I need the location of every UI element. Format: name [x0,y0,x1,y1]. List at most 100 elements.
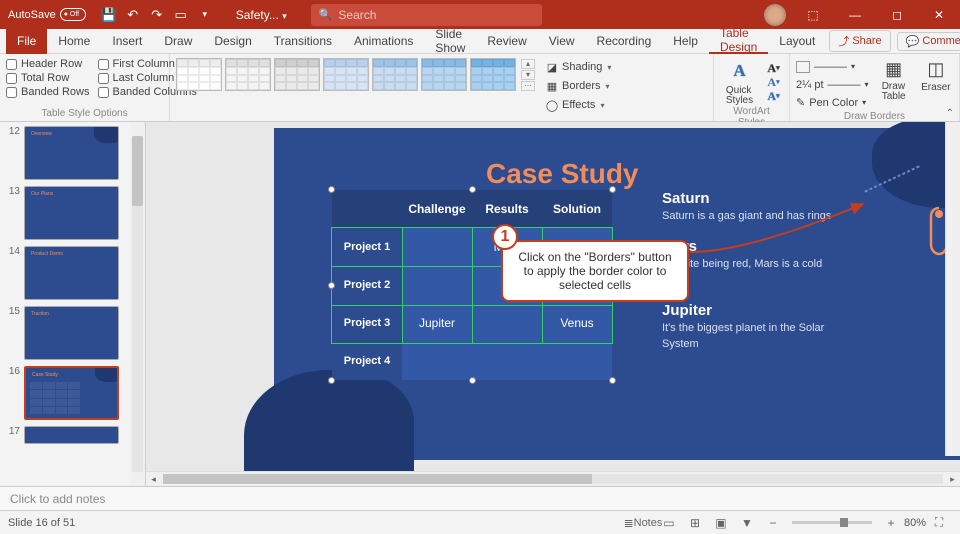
table-cell[interactable] [542,342,612,380]
thumb-scrollbar[interactable] [130,122,145,486]
table-cell[interactable] [472,342,542,380]
selection-handle[interactable] [469,377,476,384]
tab-slideshow[interactable]: Slide Show [424,29,476,54]
selection-handle[interactable] [609,186,616,193]
group-label: Table Style Options [6,108,163,121]
tab-table-design[interactable]: Table Design [709,29,768,54]
notes-pane[interactable]: Click to add notes [0,486,960,510]
slide-vscrollbar[interactable] [945,122,960,456]
maximize-icon[interactable]: ◻ [876,0,918,29]
tab-transitions[interactable]: Transitions [263,29,343,54]
table-cell[interactable] [472,304,542,342]
check-header-row[interactable]: Header Row [6,58,90,70]
tab-insert[interactable]: Insert [101,29,153,54]
pen-style-dropdown[interactable]: ———▾ [796,58,869,75]
draw-table-button[interactable]: ▦Draw Table [877,58,911,102]
collapse-ribbon-icon[interactable]: ⌃ [946,108,954,119]
selection-handle[interactable] [469,186,476,193]
save-icon[interactable]: 💾 [98,4,120,26]
share-button[interactable]: ⤴Share [829,30,890,52]
slide-title[interactable]: Case Study [486,158,639,190]
table-header[interactable]: Challenge [402,190,472,228]
slideshow-view-icon[interactable]: ▼ [735,514,759,532]
table-cell[interactable] [402,266,472,304]
sorter-view-icon[interactable]: ⊞ [683,514,707,532]
table-cell[interactable]: Project 3 [332,304,402,342]
slide-thumb[interactable]: 16Case Study [6,366,139,420]
table-cell[interactable]: Jupiter [402,304,472,342]
tab-home[interactable]: Home [47,29,101,54]
title-bar: AutoSave ● Off 💾 ↶ ↷ ▭ ▾ Safety... ▾ 🔍 S… [0,0,960,29]
tab-animations[interactable]: Animations [343,29,424,54]
undo-icon[interactable]: ↶ [122,4,144,26]
tab-help[interactable]: Help [662,29,709,54]
text-outline-icon[interactable]: A▾ [765,76,783,89]
zoom-slider[interactable] [792,521,872,524]
shading-button[interactable]: ◪Shading▾ [545,58,611,76]
check-banded-rows[interactable]: Banded Rows [6,86,90,98]
borders-button[interactable]: ▦Borders▾ [545,77,611,95]
comments-button[interactable]: 💬Comments [897,32,960,51]
zoom-in-icon[interactable]: + [879,514,903,532]
table-style-swatch[interactable] [470,58,516,91]
pen-color-dropdown[interactable]: ✎Pen Color▾ [796,94,869,111]
reading-view-icon[interactable]: ▣ [709,514,733,532]
table-cell[interactable]: Project 1 [332,228,402,266]
table-style-swatch[interactable] [225,58,271,91]
tab-file[interactable]: File [6,29,47,54]
tab-review[interactable]: Review [476,29,537,54]
eraser-button[interactable]: ◫Eraser [919,58,953,93]
search-box[interactable]: 🔍 Search [311,4,543,26]
tab-layout[interactable]: Layout [768,29,826,54]
slide-thumb[interactable]: 14Product Demo [6,246,139,300]
text-fill-icon[interactable]: A▾ [765,62,783,75]
table-style-swatch[interactable] [372,58,418,91]
table-style-swatch[interactable] [274,58,320,91]
slide-thumb[interactable]: 17 [6,426,139,444]
selection-handle[interactable] [328,282,335,289]
selection-handle[interactable] [609,377,616,384]
table-style-gallery[interactable]: ▴▾⋯ [176,58,535,91]
redo-icon[interactable]: ↷ [146,4,168,26]
table-cell[interactable] [402,342,472,380]
tab-draw[interactable]: Draw [153,29,203,54]
slide-hscrollbar[interactable]: ◂▸ [146,471,960,486]
close-icon[interactable]: ✕ [918,0,960,29]
table-style-swatch[interactable] [323,58,369,91]
table-style-swatch[interactable] [176,58,222,91]
ribbon-display-icon[interactable]: ⬚ [792,0,834,29]
zoom-level[interactable]: 80% [904,517,926,529]
notes-toggle[interactable]: ≣ Notes [631,514,655,532]
pen-weight-dropdown[interactable]: 2¼ pt ———▾ [796,76,869,93]
text-effects-icon[interactable]: A▾ [765,90,783,103]
table-style-swatch[interactable] [421,58,467,91]
user-avatar[interactable] [764,4,786,26]
table-header[interactable] [332,190,402,228]
slide-thumb[interactable]: 13Our Plans [6,186,139,240]
table-header[interactable]: Solution [542,190,612,228]
check-total-row[interactable]: Total Row [6,72,90,84]
slide-thumb[interactable]: 12Overview [6,126,139,180]
table-cell[interactable] [402,228,472,266]
minimize-icon[interactable]: — [834,0,876,29]
gallery-more-icon[interactable]: ▴▾⋯ [521,59,535,91]
selection-handle[interactable] [328,377,335,384]
table-cell[interactable]: Venus [542,304,612,342]
quick-styles-button[interactable]: A Quick Styles [721,58,759,106]
zoom-out-icon[interactable]: − [761,514,785,532]
tab-recording[interactable]: Recording [586,29,663,54]
tab-design[interactable]: Design [203,29,262,54]
table-header[interactable]: Results [472,190,542,228]
document-name[interactable]: Safety... ▾ [220,8,303,22]
slide-thumb[interactable]: 15Traction [6,306,139,360]
tab-view[interactable]: View [538,29,586,54]
autosave-toggle[interactable]: AutoSave ● Off [0,8,94,21]
start-slideshow-icon[interactable]: ▭ [170,4,192,26]
effects-button[interactable]: ◯Effects▾ [545,96,611,114]
fit-to-window-icon[interactable]: ⛶ [927,514,951,532]
qat-more-icon[interactable]: ▾ [194,4,216,26]
table-cell[interactable]: Project 2 [332,266,402,304]
normal-view-icon[interactable]: ▭ [657,514,681,532]
table-cell[interactable]: Project 4 [332,342,402,380]
selection-handle[interactable] [328,186,335,193]
